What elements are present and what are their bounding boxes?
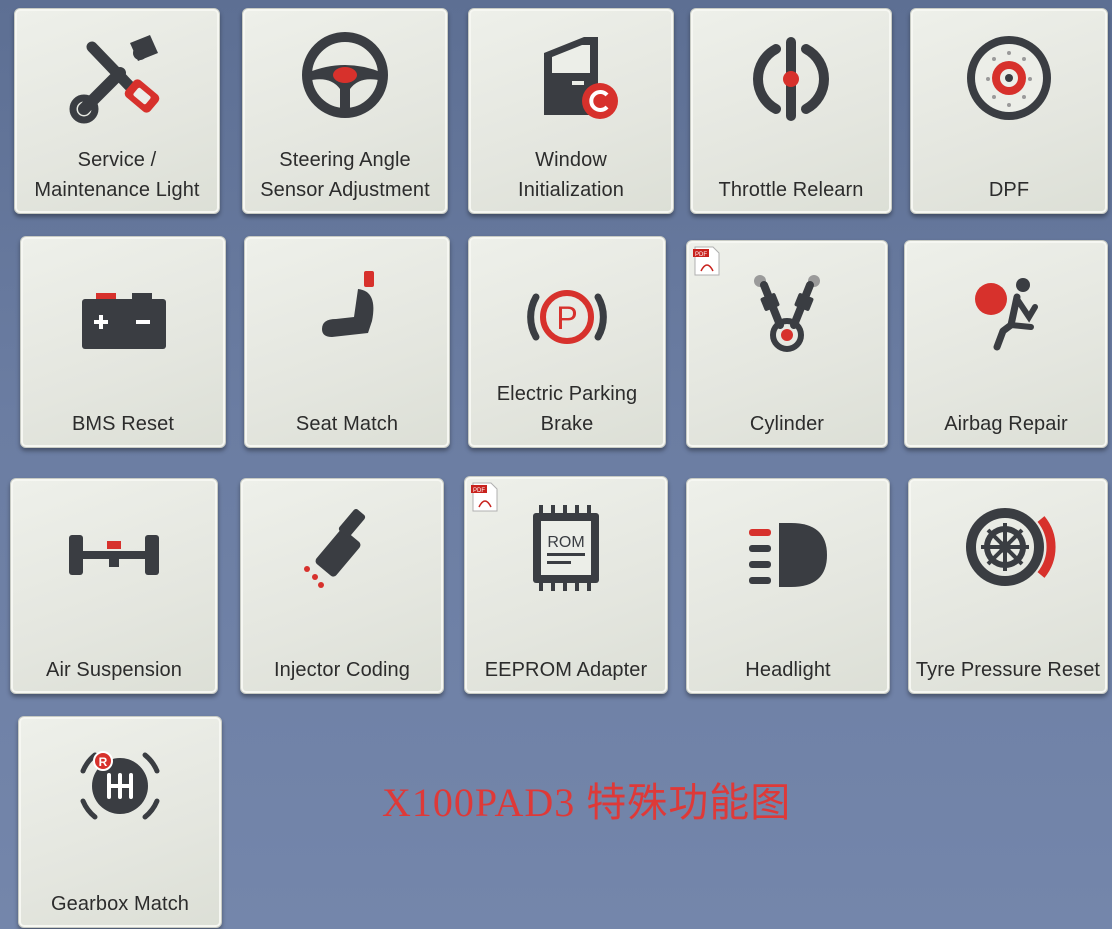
headlight-icon: [733, 493, 843, 603]
function-grid: Service / Maintenance Light Steering Ang…: [0, 0, 1112, 929]
car-door-window-icon: [516, 23, 626, 133]
pdf-badge-text: PDF: [695, 252, 707, 258]
tile-label: Window Initialization: [518, 149, 624, 201]
tile-service-maintenance-light[interactable]: Service / Maintenance Light: [14, 8, 220, 214]
airbag-icon: [951, 255, 1061, 365]
tile-label: EEPROM Adapter: [484, 659, 648, 681]
tile-label: Service / Maintenance Light: [34, 149, 200, 201]
pdf-icon: PDF: [693, 245, 721, 277]
injector-icon: [287, 493, 397, 603]
parking-brake-icon: P: [512, 251, 622, 361]
tile-label: Gearbox Match: [50, 893, 190, 915]
battery-icon: [68, 251, 178, 361]
tile-label: Electric Parking Brake: [496, 383, 638, 435]
throttle-icon: [736, 23, 846, 133]
tile-label: Seat Match: [295, 413, 399, 435]
tyre-pressure-icon: [953, 493, 1063, 603]
tile-bms-reset[interactable]: BMS Reset: [20, 236, 226, 448]
tile-label: Throttle Relearn: [718, 179, 864, 201]
seat-icon: [292, 251, 402, 361]
tile-gearbox-match[interactable]: R Gearbox Match: [18, 716, 222, 928]
particulate-filter-icon: [954, 23, 1064, 133]
tile-label: Headlight: [745, 659, 831, 681]
tile-cylinder[interactable]: PDF Cylinder: [686, 240, 888, 448]
pdf-badge-text: PDF: [473, 488, 485, 494]
tile-eeprom-adapter[interactable]: PDF ROM EEPROM Adapter: [464, 476, 668, 694]
svg-text:P: P: [556, 300, 577, 336]
tile-electric-parking-brake[interactable]: P Electric Parking Brake: [468, 236, 666, 448]
pdf-icon: PDF: [471, 481, 499, 513]
tile-tyre-pressure-reset[interactable]: Tyre Pressure Reset: [908, 478, 1108, 694]
watermark-caption: X100PAD3 特殊功能图: [382, 780, 792, 825]
rom-chip-icon: ROM: [511, 491, 621, 601]
steering-wheel-icon: [290, 23, 400, 133]
gear-r-text: R: [99, 755, 108, 769]
tile-label: Cylinder: [749, 413, 825, 435]
tile-window-initialization[interactable]: Window Initialization: [468, 8, 674, 214]
tile-label: Air Suspension: [46, 659, 182, 681]
wrench-screwdriver-icon: [62, 23, 172, 133]
tile-label: Steering Angle Sensor Adjustment: [260, 149, 430, 201]
tile-headlight[interactable]: Headlight: [686, 478, 890, 694]
tile-air-suspension[interactable]: Air Suspension: [10, 478, 218, 694]
tile-label: DPF: [988, 179, 1030, 201]
tile-injector-coding[interactable]: Injector Coding: [240, 478, 444, 694]
tile-label: BMS Reset: [71, 413, 175, 435]
chip-text: ROM: [547, 534, 584, 551]
tile-dpf[interactable]: DPF: [910, 8, 1108, 214]
tile-throttle-relearn[interactable]: Throttle Relearn: [690, 8, 892, 214]
axle-suspension-icon: [59, 493, 169, 603]
cylinder-icon: [732, 255, 842, 365]
tile-steering-angle[interactable]: Steering Angle Sensor Adjustment: [242, 8, 448, 214]
tile-airbag-repair[interactable]: Airbag Repair: [904, 240, 1108, 448]
tile-seat-match[interactable]: Seat Match: [244, 236, 450, 448]
tile-label: Tyre Pressure Reset: [915, 659, 1101, 681]
tile-label: Airbag Repair: [944, 413, 1068, 435]
gear-shift-icon: R: [65, 731, 175, 841]
tile-label: Injector Coding: [273, 659, 411, 681]
